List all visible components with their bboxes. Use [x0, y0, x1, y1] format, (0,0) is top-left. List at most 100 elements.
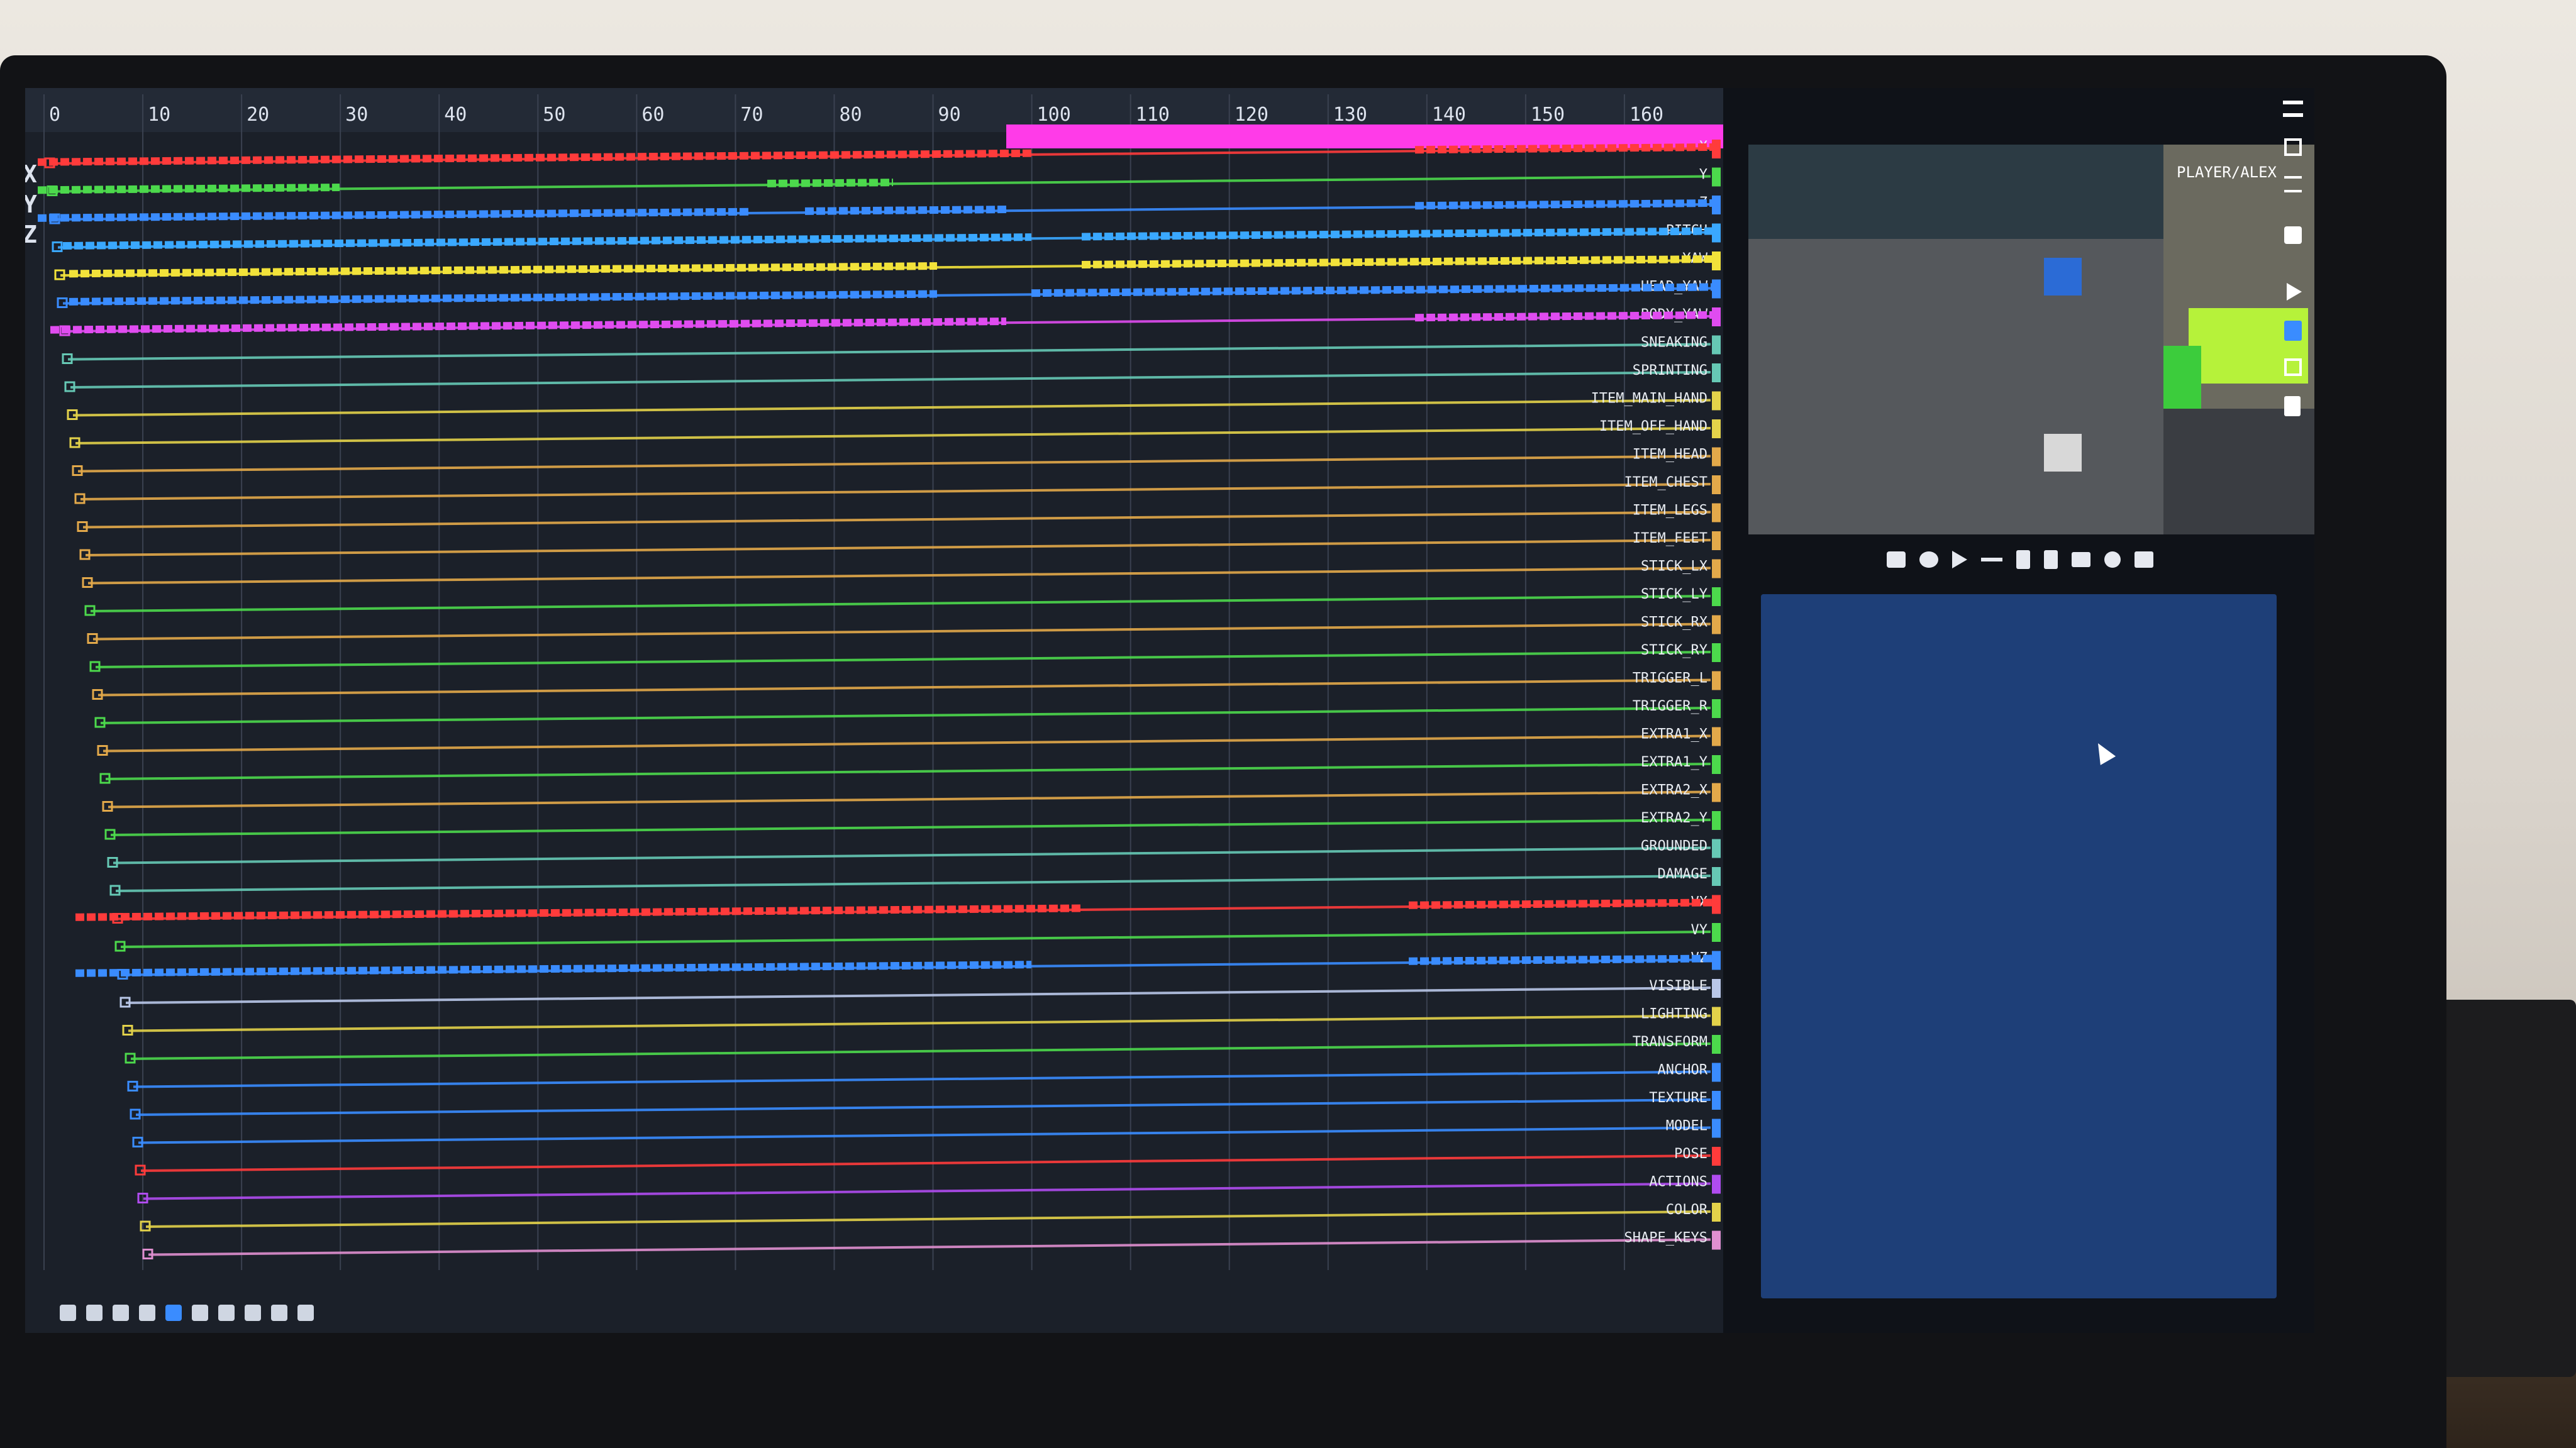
export-icon[interactable] [2284, 358, 2302, 376]
track-color-tag [1712, 615, 1721, 634]
keyframe-run[interactable] [1414, 311, 1718, 322]
track-color-tag [1712, 811, 1721, 830]
keyframe-run[interactable] [37, 184, 340, 194]
track-color-tag [1712, 1063, 1721, 1082]
pose-icon[interactable] [2044, 550, 2058, 569]
ruler-tick-label: 20 [247, 104, 269, 126]
track-color-tag [1712, 1035, 1721, 1054]
figure-icon[interactable] [2016, 550, 2030, 569]
timeline-tool-icon[interactable] [218, 1305, 235, 1321]
track-label: EXTRA1_Y [1641, 754, 1707, 770]
save-icon[interactable] [2284, 138, 2302, 156]
timeline-tool-icon[interactable] [192, 1305, 208, 1321]
timeline-tool-icon[interactable] [113, 1305, 129, 1321]
scene-viewport[interactable]: PLAYER/ALEX [1748, 145, 2314, 534]
ruler-tick-label: 110 [1136, 104, 1170, 126]
track-label: TRANSFORM [1633, 1034, 1707, 1050]
document-icon[interactable] [2284, 396, 2301, 416]
track-color-tag [1712, 559, 1721, 578]
keyframe-run[interactable] [1414, 199, 1718, 210]
menu-icon[interactable] [2283, 101, 2303, 117]
track-color-tag [1712, 419, 1721, 438]
keyframe-run[interactable] [1408, 898, 1718, 909]
ruler-tick-label: 130 [1333, 104, 1367, 126]
entity-name-label: PLAYER/ALEX [2177, 163, 2277, 181]
timeline-tool-icon[interactable] [297, 1305, 314, 1321]
preview-toolbar [1887, 547, 2189, 572]
screenshot-icon[interactable] [2072, 552, 2090, 567]
keyframe-run[interactable] [1408, 954, 1718, 965]
track-color-tag [1712, 1091, 1721, 1110]
track-color-tag [1712, 1230, 1721, 1250]
ruler-tick-label: 60 [641, 104, 664, 126]
axis-letter: X [25, 160, 37, 188]
ruler-tick-label: 100 [1037, 104, 1071, 126]
track-label: MODEL [1666, 1119, 1707, 1134]
camera-icon[interactable] [1887, 551, 1906, 568]
track-label: GROUNDED [1641, 839, 1707, 854]
swap-icon[interactable] [2284, 226, 2302, 244]
ruler-tick-label: 90 [938, 104, 961, 126]
track-color-tag [1712, 839, 1721, 858]
ruler-tick-label: 50 [543, 104, 565, 126]
keyframe-run[interactable] [767, 179, 894, 187]
ruler-tick-label: 40 [444, 104, 467, 126]
track-label: SHAPE_KEYS [1624, 1230, 1707, 1246]
layers-icon[interactable] [2135, 551, 2153, 568]
ruler-tick-label: 120 [1235, 104, 1269, 126]
track-label: ANCHOR [1658, 1063, 1708, 1078]
track-color-tag [1712, 1007, 1721, 1026]
track-color-tag [1712, 923, 1721, 942]
track-label: SPRINTING [1633, 363, 1707, 379]
list-icon[interactable] [2284, 176, 2302, 192]
arrows-icon[interactable] [1981, 558, 2002, 561]
ruler-tick-label: 140 [1432, 104, 1466, 126]
ruler-tick-label: 70 [740, 104, 763, 126]
track-label: EXTRA2_Y [1641, 810, 1707, 826]
track-color-tag [1712, 335, 1721, 355]
play-icon[interactable] [1952, 551, 1967, 568]
timeline-tool-icon[interactable] [165, 1305, 182, 1321]
track-color-tag [1712, 671, 1721, 690]
track-label: VISIBLE [1649, 978, 1707, 994]
track-color-tag [1712, 391, 1721, 411]
ruler-tick-label: 10 [148, 104, 170, 126]
timeline-canvas[interactable]: 0 10 20 30 40 50 60 70 80 90 100 110 120 130 140 150 160… [25, 88, 1723, 1333]
timeline-tool-icon[interactable] [245, 1305, 261, 1321]
hand-icon[interactable] [1919, 551, 1938, 568]
right-toolbar [2270, 88, 2314, 528]
timeline-tool-icon[interactable] [139, 1305, 155, 1321]
timeline-tool-icon[interactable] [86, 1305, 103, 1321]
track-label: STICK_RY [1641, 643, 1707, 658]
track-color-tag [1712, 363, 1721, 382]
sphere-icon[interactable] [2104, 551, 2121, 568]
ruler-tick-label: 150 [1531, 104, 1565, 126]
track-label: TRIGGER_R [1633, 699, 1708, 714]
ruler-tick-label: 160 [1629, 104, 1663, 126]
track-label: ITEM_FEET [1633, 531, 1707, 546]
timeline-tool-icon[interactable] [271, 1305, 287, 1321]
track-label: STICK_RX [1641, 615, 1708, 631]
properties-panel[interactable] [1761, 594, 2277, 1298]
track-label: EXTRA2_X [1641, 783, 1708, 799]
track-color-tag [1712, 699, 1721, 718]
track-label: Y [1699, 167, 1707, 183]
ruler-tick-label: 0 [49, 104, 60, 126]
file-icon[interactable] [2284, 321, 2302, 341]
track-label: SNEAKING [1641, 335, 1707, 351]
track-label: TEXTURE [1649, 1090, 1707, 1106]
axis-letter: Z [25, 221, 37, 248]
track-label: VY [1691, 922, 1708, 938]
track-color-tag [1712, 475, 1721, 494]
keyframe-run[interactable] [1414, 143, 1718, 154]
track-color-tag [1712, 867, 1721, 886]
track-color-tag [1712, 1203, 1721, 1222]
preview-panel: PLAYER/ALEX [1723, 88, 2314, 1333]
play-icon[interactable] [2287, 283, 2302, 301]
timeline-tool-icon[interactable] [60, 1305, 76, 1321]
track-label: POSE [1674, 1146, 1707, 1162]
track-color-tag [1712, 1147, 1721, 1166]
timeline-panel[interactable]: 0 10 20 30 40 50 60 70 80 90 100 110 120 130 140 150 160… [25, 88, 1723, 1333]
track-label: STICK_LY [1641, 587, 1707, 602]
track-color-tag [1712, 755, 1721, 774]
